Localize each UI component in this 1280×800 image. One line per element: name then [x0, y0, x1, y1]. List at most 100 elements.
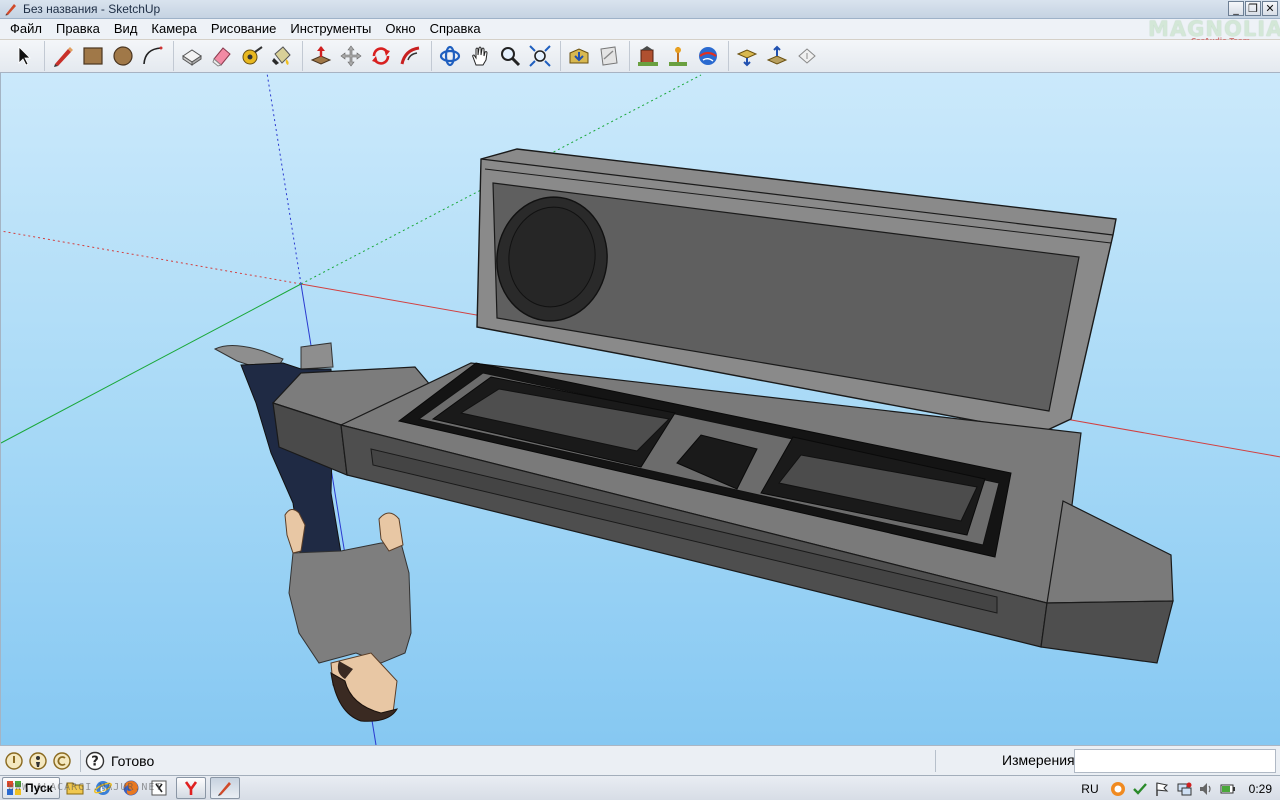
menu-edit[interactable]: Правка — [49, 19, 107, 39]
avast-icon — [1110, 781, 1125, 796]
help-button[interactable]: ? — [85, 751, 105, 771]
title-bar: Без названия - SketchUp _ ❐ ✕ — [0, 0, 1280, 19]
add-building-button[interactable] — [633, 41, 663, 71]
quick-launch-folder[interactable] — [62, 777, 88, 799]
google-earth-button[interactable] — [693, 41, 723, 71]
maximize-button[interactable]: ❐ — [1245, 1, 1261, 16]
circle-tool-button[interactable] — [108, 41, 138, 71]
paint-bucket-button[interactable] — [267, 41, 297, 71]
menu-view[interactable]: Вид — [107, 19, 145, 39]
geo-location-button[interactable] — [4, 751, 24, 771]
menu-camera[interactable]: Камера — [144, 19, 203, 39]
measurements-label: Измерения — [1002, 752, 1075, 768]
model-scene — [1, 73, 1280, 745]
rectangle-tool-button[interactable] — [78, 41, 108, 71]
task-sketchup[interactable] — [209, 777, 240, 799]
tray-avast[interactable] — [1107, 779, 1129, 799]
place-model-icon — [669, 47, 687, 66]
toolbar-group-camera — [431, 41, 558, 71]
measure-separator — [935, 750, 936, 772]
tray-check[interactable] — [1129, 779, 1151, 799]
push-pull-button[interactable] — [306, 41, 336, 71]
tape-measure-button[interactable] — [237, 41, 267, 71]
red-axis-dotted — [1, 230, 302, 285]
orbit-tool-button[interactable] — [435, 41, 465, 71]
move-tool-button[interactable] — [336, 41, 366, 71]
menu-tools[interactable]: Инструменты — [283, 19, 378, 39]
pan-tool-button[interactable] — [465, 41, 495, 71]
zoom-icon — [501, 47, 521, 67]
toolbar-group-select — [6, 41, 42, 71]
status-separator — [80, 749, 81, 772]
make-component-icon — [182, 49, 202, 66]
preview-button[interactable] — [792, 41, 822, 71]
quick-launch-java[interactable] — [146, 777, 172, 799]
minimize-button[interactable]: _ — [1228, 1, 1244, 16]
ie-icon: e — [93, 781, 112, 795]
place-model-button[interactable] — [663, 41, 693, 71]
network-icon — [1177, 782, 1192, 795]
zoom-extents-icon — [529, 45, 551, 67]
flag-icon — [1155, 781, 1168, 796]
share-model-button[interactable] — [594, 41, 624, 71]
windows-logo-icon — [7, 781, 21, 795]
toggle-terrain-button[interactable] — [762, 41, 792, 71]
status-text: Готово — [111, 752, 155, 769]
menu-window[interactable]: Окно — [378, 19, 422, 39]
svg-text:?: ? — [91, 754, 99, 769]
quick-launch-firefox[interactable] — [118, 777, 144, 799]
building-icon — [638, 46, 658, 66]
status-bar: ? Готово Измерения — [0, 745, 1280, 775]
push-pull-icon — [310, 46, 332, 65]
menu-draw[interactable]: Рисование — [204, 19, 283, 39]
firefox-icon — [123, 780, 139, 796]
start-label: Пуск — [25, 781, 53, 795]
sketchup-app-icon — [3, 1, 19, 17]
yandex-icon — [184, 781, 197, 795]
follow-me-button[interactable] — [396, 41, 426, 71]
paint-bucket-icon — [272, 46, 291, 65]
google-earth-icon — [699, 47, 717, 65]
clock[interactable]: 0:29 — [1249, 782, 1272, 796]
eraser-tool-button[interactable] — [207, 41, 237, 71]
start-button[interactable]: Пуск — [2, 777, 60, 799]
menu-file[interactable]: Файл — [3, 19, 49, 39]
tray-battery[interactable] — [1217, 779, 1239, 799]
system-tray: RU 0:29 — [1081, 776, 1280, 800]
help-icon: ? — [85, 751, 105, 770]
toolbar-group-draw — [44, 41, 171, 71]
toolbar-group-google — [629, 41, 726, 71]
arc-tool-button[interactable] — [138, 41, 168, 71]
get-models-button[interactable] — [564, 41, 594, 71]
svg-text:e: e — [100, 784, 106, 795]
pencil-tool-button[interactable] — [48, 41, 78, 71]
taskbar: Пуск e WWW.ALACARGI.MAJUR.NET RU 0:29 — [0, 775, 1280, 800]
blue-axis-dotted — [266, 73, 302, 285]
rectangle-icon — [83, 47, 103, 65]
close-button[interactable]: ✕ — [1262, 1, 1278, 16]
share-model-icon — [600, 46, 618, 66]
zoom-tool-button[interactable] — [495, 41, 525, 71]
get-current-view-icon — [736, 49, 758, 67]
make-component-button[interactable] — [177, 41, 207, 71]
battery-icon — [1220, 784, 1235, 793]
user-button[interactable] — [52, 751, 72, 771]
quick-launch-ie[interactable]: e — [90, 777, 116, 799]
tray-flag[interactable] — [1151, 779, 1173, 799]
measurements-input[interactable] — [1074, 749, 1276, 773]
zoom-extents-button[interactable] — [525, 41, 555, 71]
get-current-view-button[interactable] — [732, 41, 762, 71]
main-toolbar — [0, 40, 1280, 73]
select-tool-button[interactable] — [9, 41, 39, 71]
tray-network[interactable] — [1173, 779, 1195, 799]
tray-volume[interactable] — [1195, 779, 1217, 799]
rotate-tool-button[interactable] — [366, 41, 396, 71]
model-viewport[interactable] — [0, 73, 1280, 745]
menu-help[interactable]: Справка — [423, 19, 488, 39]
toggle-terrain-icon — [766, 45, 788, 65]
language-indicator[interactable]: RU — [1081, 782, 1098, 796]
eraser-icon — [212, 47, 231, 67]
task-yandex[interactable] — [175, 777, 206, 799]
credits-button[interactable] — [28, 751, 48, 771]
check-icon — [1132, 782, 1147, 795]
